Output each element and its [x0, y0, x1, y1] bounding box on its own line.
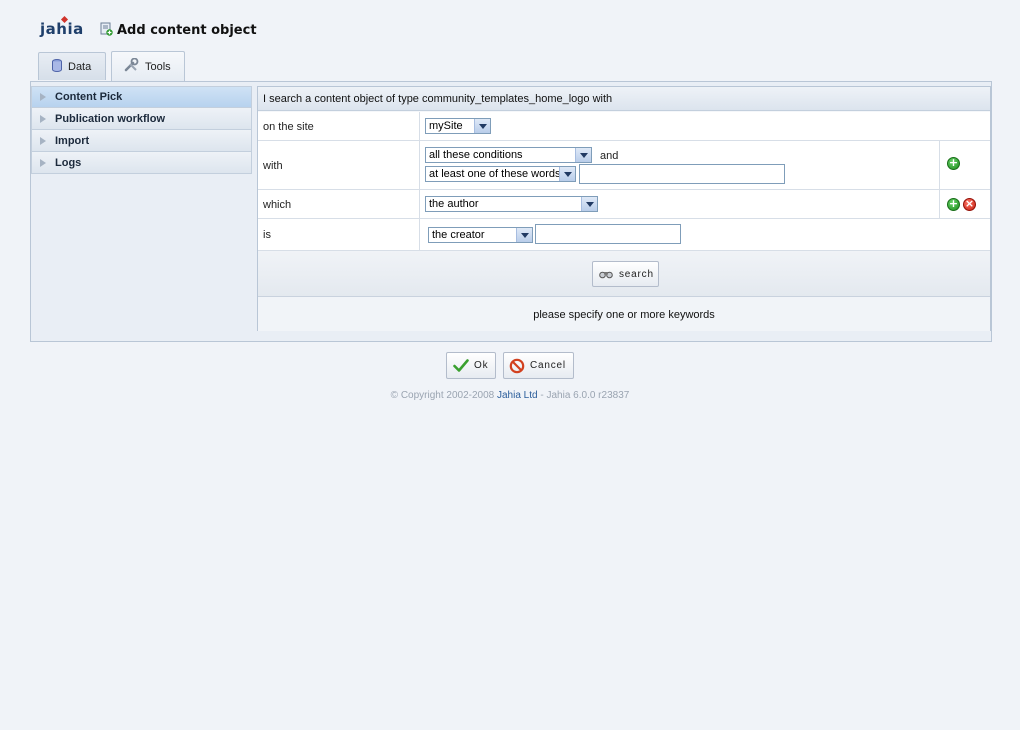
logo-text: jahia — [40, 20, 84, 38]
remove-criterion-icon[interactable]: × — [963, 197, 976, 211]
is-select[interactable]: the creator — [428, 227, 533, 243]
expand-arrow-icon — [40, 158, 46, 167]
row-with: with all these conditions and at least o… — [258, 141, 990, 190]
conditions-select[interactable]: all these conditions — [425, 147, 592, 163]
tab-data[interactable]: Data — [38, 52, 106, 80]
chevron-down-icon — [474, 119, 490, 133]
copyright-prefix: © Copyright 2002-2008 — [390, 390, 497, 401]
search-button[interactable]: search — [592, 261, 659, 287]
database-icon — [51, 58, 68, 75]
search-button-area: search — [258, 251, 990, 297]
row-which-label: which — [263, 199, 292, 211]
copyright-suffix: - Jahia 6.0.0 r23837 — [537, 390, 630, 401]
tab-data-label: Data — [68, 60, 92, 73]
row-divider — [419, 112, 420, 140]
add-condition-icon[interactable]: + — [947, 156, 960, 170]
chevron-down-icon — [559, 167, 575, 181]
row-is: is the creator — [258, 219, 990, 251]
expand-arrow-icon — [40, 136, 46, 145]
conditions-select-value: all these conditions — [429, 149, 523, 161]
search-button-label: search — [619, 268, 654, 280]
which-select-value: the author — [429, 198, 479, 210]
word-mode-select-value: at least one of these words — [429, 168, 561, 180]
row-divider — [419, 190, 420, 218]
cancel-button-label: Cancel — [530, 360, 566, 371]
sidebar-item-label: Logs — [55, 156, 82, 169]
chevron-down-icon — [575, 148, 591, 162]
is-select-value: the creator — [432, 229, 485, 241]
sidebar-item-publication-workflow[interactable]: Publication workflow — [31, 108, 252, 130]
binoculars-icon — [599, 269, 613, 279]
ok-button-label: Ok — [474, 360, 489, 371]
row-which: which the author + × — [258, 190, 990, 219]
word-mode-select[interactable]: at least one of these words — [425, 166, 576, 182]
tab-tools[interactable]: Tools — [111, 51, 185, 81]
checkmark-icon — [453, 359, 469, 372]
sidebar-item-label: Content Pick — [55, 91, 123, 103]
search-form-header: I search a content object of type commun… — [258, 87, 990, 111]
status-message: please specify one or more keywords — [533, 309, 715, 321]
chevron-down-icon — [516, 228, 532, 242]
status-area: please specify one or more keywords — [258, 297, 990, 331]
row-with-label: with — [263, 160, 283, 172]
add-criterion-icon[interactable]: + — [947, 197, 960, 211]
jahia-ltd-link[interactable]: Jahia Ltd — [497, 390, 538, 401]
copyright: © Copyright 2002-2008 Jahia Ltd - Jahia … — [0, 390, 1020, 401]
site-select-value: mySite — [429, 120, 463, 132]
wrench-icon — [124, 57, 145, 75]
sidebar-item-label: Publication workflow — [55, 112, 166, 125]
keywords-input[interactable] — [579, 164, 785, 184]
page-header: Add content object — [100, 22, 257, 39]
page-title: Add content object — [117, 23, 257, 38]
row-is-label: is — [263, 229, 271, 241]
jahia-logo: jahia — [40, 15, 84, 38]
cancel-button[interactable]: Cancel — [503, 352, 574, 379]
row-divider — [939, 141, 940, 189]
row-divider — [419, 219, 420, 250]
expand-arrow-icon — [40, 114, 46, 123]
sidebar-item-label: Import — [55, 134, 90, 147]
chevron-down-icon — [581, 197, 597, 211]
sidebar-item-content-pick[interactable]: Content Pick — [31, 86, 252, 108]
tab-tools-label: Tools — [145, 60, 171, 73]
sidebar-item-logs[interactable]: Logs — [31, 152, 252, 174]
search-form: I search a content object of type commun… — [257, 86, 991, 331]
add-content-icon — [100, 22, 113, 39]
is-value-input[interactable] — [535, 224, 681, 244]
expand-arrow-icon — [40, 93, 46, 101]
row-site-label: on the site — [263, 121, 314, 133]
row-divider — [939, 190, 940, 218]
site-select[interactable]: mySite — [425, 118, 491, 134]
and-text: and — [600, 150, 619, 162]
which-select[interactable]: the author — [425, 196, 598, 212]
sidebar-item-import[interactable]: Import — [31, 130, 252, 152]
cancel-icon — [509, 358, 525, 374]
row-divider — [419, 141, 420, 189]
row-site: on the site mySite — [258, 112, 990, 141]
sidebar: Content Pick Publication workflow Import… — [31, 86, 252, 174]
ok-button[interactable]: Ok — [446, 352, 496, 379]
